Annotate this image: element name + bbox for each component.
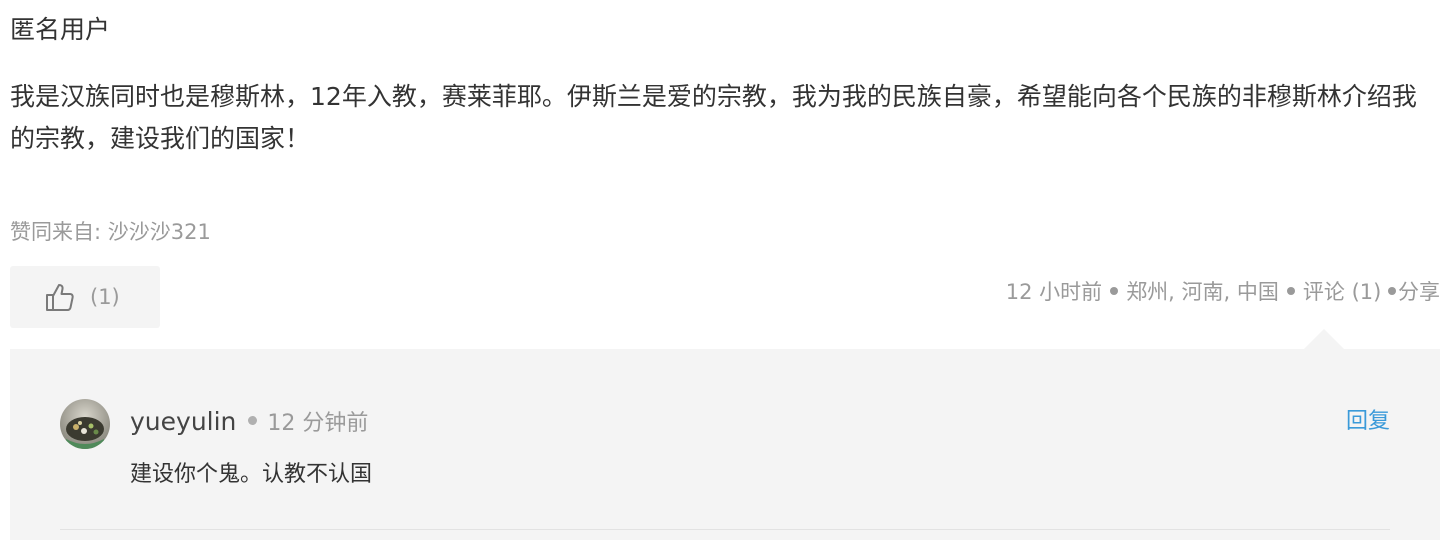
comment-header: yueyulin 12 分钟前 (130, 404, 368, 442)
author-name[interactable]: 匿名用户 (10, 12, 110, 48)
comments-panel-caret (1304, 329, 1344, 349)
separator-dot (1388, 287, 1396, 295)
answer-content: 我是汉族同时也是穆斯林，12年入教，赛莱菲耶。伊斯兰是爱的宗教，我为我的民族自豪… (10, 82, 1417, 153)
separator-dot (248, 415, 258, 425)
comments-link[interactable]: 评论 (1) (1303, 280, 1381, 304)
comment-text: 建设你个鬼。认教不认国 (130, 462, 373, 487)
comments-panel: yueyulin 12 分钟前 回复 建设你个鬼。认教不认国 (10, 349, 1440, 540)
endorsed-by[interactable]: 赞同来自: 沙沙沙321 (10, 216, 211, 248)
like-button[interactable]: (1) (10, 266, 160, 328)
post-time: 12 小时前 (1005, 280, 1103, 304)
comment-divider (60, 529, 1390, 530)
answer-meta: 12 小时前 郑州, 河南, 中国 评论 (1) 分享 (1006, 276, 1440, 308)
answer-card: 匿名用户 我是汉族同时也是穆斯林，12年入教，赛莱菲耶。伊斯兰是爱的宗教，我为我… (0, 0, 1452, 540)
share-link[interactable]: 分享 (1398, 280, 1440, 304)
thumbs-up-icon (44, 281, 76, 313)
avatar[interactable] (60, 399, 110, 449)
post-location: 郑州, 河南, 中国 (1126, 280, 1279, 304)
comment-username[interactable]: yueyulin (130, 407, 236, 436)
comment-time: 12 分钟前 (267, 411, 369, 436)
like-count: (1) (90, 285, 120, 309)
separator-dot (1286, 287, 1295, 295)
separator-dot (1110, 287, 1119, 295)
reply-button[interactable]: 回复 (1346, 404, 1390, 440)
